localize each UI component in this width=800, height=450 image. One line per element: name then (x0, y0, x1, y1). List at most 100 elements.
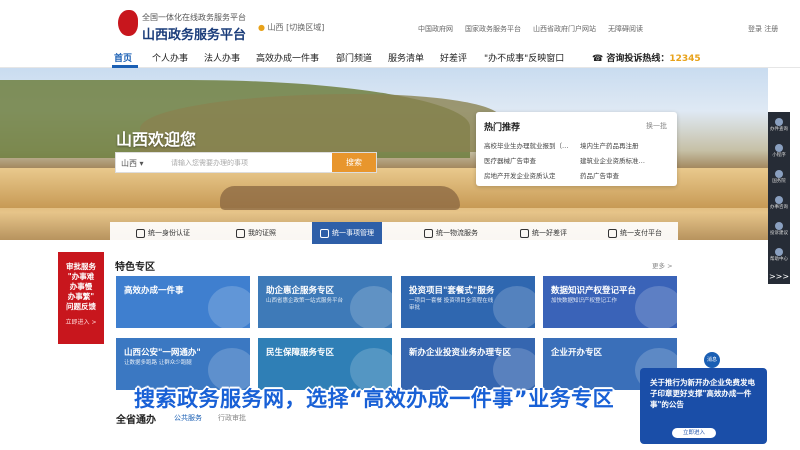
nav-departments[interactable]: 部门频道 (336, 51, 372, 64)
hotline-label: 咨询投诉热线： (606, 54, 670, 64)
card-title: 助企惠企服务专区 (266, 286, 335, 296)
location-switch-label: [切换区域] (286, 23, 325, 32)
nav-rating[interactable]: 好差评 (440, 51, 467, 64)
service-logistics[interactable]: 统一物流服务 (424, 222, 478, 244)
logo-title[interactable]: 山西政务服务平台 (142, 24, 246, 43)
hot-item[interactable]: 房地产开发企业资质认定 (484, 170, 556, 180)
hot-title: 热门推荐 (484, 123, 521, 133)
tab-public-service[interactable]: 公共服务 (174, 413, 202, 423)
shanxi-logo-icon[interactable] (118, 10, 138, 36)
search-button[interactable]: 搜索 (332, 153, 376, 172)
service-label: 统一身份认证 (148, 229, 190, 237)
rail-consult[interactable]: 办事咨询 (768, 192, 790, 212)
rail-label: 小程序 (772, 153, 786, 158)
hot-item[interactable]: 境内生产药品再注册 (580, 140, 639, 150)
box-icon (424, 228, 433, 238)
site-header: 全国一体化在线政务服务平台 山西政务服务平台 ● 山西 [切换区域] 中国政府网… (0, 0, 800, 44)
review-feedback-banner[interactable]: 审批服务 "办事难 办事慢 办事繁" 问题反馈 立即进入 > (58, 252, 104, 344)
rail-label: 国务院 (772, 179, 786, 184)
user-icon (136, 228, 145, 238)
card-desc: 加快数据知识产权登记工作 (551, 298, 618, 304)
rail-complaint[interactable]: 投诉建议 (768, 218, 790, 238)
rail-label: 帮助中心 (770, 257, 788, 262)
mail-icon (775, 222, 783, 230)
card-title: 企业开办专区 (551, 348, 603, 358)
rail-label: 办件查询 (770, 127, 788, 132)
card-title: 新办企业投资业务办理专区 (409, 348, 512, 358)
rail-query[interactable]: 办件查询 (768, 114, 790, 134)
service-label: 统一好差评 (532, 229, 567, 237)
rail-help[interactable]: 帮助中心 (768, 244, 790, 264)
nav-home[interactable]: 首页 (114, 51, 132, 64)
card-icon (236, 228, 245, 238)
list-icon (320, 228, 329, 238)
review-line: 问题反馈 (66, 302, 96, 311)
nav-personal[interactable]: 个人办事 (152, 51, 188, 64)
hot-change-button[interactable]: 换一批 (646, 121, 667, 131)
rail-label: 办事咨询 (770, 205, 788, 210)
link-accessibility[interactable]: 无障碍阅读 (608, 24, 643, 34)
notice-enter-button[interactable]: 立即进入 (672, 428, 716, 438)
hot-item[interactable]: 医疗器械广告审查 (484, 155, 536, 165)
notification-bell-icon[interactable]: 消息 (704, 352, 720, 368)
logo-subtitle: 全国一体化在线政务服务平台 (142, 13, 246, 22)
hero-rock (220, 186, 460, 210)
hot-item[interactable]: 建筑业企业资质标准… (580, 155, 645, 165)
card-title: 数据知识产权登记平台 (551, 286, 637, 296)
review-enter-link[interactable]: 立即进入 > (58, 318, 104, 328)
miniprogram-icon (775, 144, 783, 152)
service-licenses[interactable]: 我的证照 (236, 222, 276, 244)
location-name: 山西 (267, 23, 284, 32)
search-input[interactable]: 请输入您需要办理的事项 (171, 158, 248, 168)
card-enterprise-support[interactable]: 助企惠企服务专区 山西省惠企政策一站式服务平台 (258, 276, 392, 328)
review-line: 审批服务 (66, 262, 96, 271)
phone-icon: ☎ (592, 54, 604, 64)
service-label: 我的证照 (248, 229, 276, 237)
card-title: 山西公安"一网通办" (124, 348, 201, 358)
review-line: 办事慢 (69, 282, 93, 291)
link-gov-cn[interactable]: 中国政府网 (418, 24, 453, 34)
card-data-ip-registration[interactable]: 数据知识产权登记平台 加快数据知识产权登记工作 (543, 276, 677, 328)
nav-efficient-one-thing[interactable]: 高效办成一件事 (256, 51, 319, 64)
hotline: ☎ 咨询投诉热线：12345 (592, 51, 701, 64)
welcome-title: 山西欢迎您 (116, 130, 197, 149)
rail-miniprogram[interactable]: 小程序 (768, 140, 790, 160)
nav-service-list[interactable]: 服务清单 (388, 51, 424, 64)
rail-label: 投诉建议 (770, 231, 788, 236)
card-efficient-one-thing[interactable]: 高效办成一件事 (116, 276, 250, 328)
unified-services-bar: 统一身份认证 我的证照 统一事项管理 统一物流服务 统一好差评 统一支付平台 (110, 222, 678, 244)
card-illustration (493, 286, 535, 328)
hotline-number: 12345 (669, 54, 701, 64)
nav-complaint-window[interactable]: "办不成事"反映窗口 (484, 51, 564, 64)
right-tool-rail: 办件查询 小程序 国务院 办事咨询 投诉建议 帮助中心 >>> (768, 112, 790, 284)
nav-corporate[interactable]: 法人办事 (204, 51, 240, 64)
service-label: 统一事项管理 (332, 229, 374, 237)
review-line: 办事繁" (67, 292, 95, 301)
tab-admin-approval[interactable]: 行政审批 (218, 413, 246, 423)
video-caption: 搜索政务服务网，选择“高效办成一件事”业务专区 (134, 387, 615, 411)
location-pin-icon: ● (258, 23, 265, 32)
card-desc: 一项目一套餐 投资项目全流程在线审批 (409, 298, 494, 311)
card-desc: 让数据多跑路 让群众少跑腿 (124, 360, 192, 366)
card-title: 高效办成一件事 (124, 286, 184, 296)
service-identity[interactable]: 统一身份认证 (136, 222, 190, 244)
notice-popup[interactable]: 关于推行为新开办企业免费发电子印章更好支撑"高效办成一件事"的公告 立即进入 (640, 368, 767, 444)
login-register[interactable]: 登录 注册 (748, 24, 778, 34)
card-illustration (208, 286, 250, 328)
rail-collapse-button[interactable]: >>> (768, 272, 790, 284)
link-national-platform[interactable]: 国家政务服务平台 (465, 24, 521, 34)
featured-more-link[interactable]: 更多 > (652, 260, 673, 270)
service-rating[interactable]: 统一好差评 (520, 222, 567, 244)
search-scope-value: 山西 (121, 159, 137, 168)
chat-icon (775, 196, 783, 204)
hot-item[interactable]: 高校毕业生办理就业报到（… (484, 140, 569, 150)
service-payment[interactable]: 统一支付平台 (608, 222, 662, 244)
link-shanxi-portal[interactable]: 山西省政府门户网站 (533, 24, 596, 34)
service-items-manage[interactable]: 统一事项管理 (312, 222, 382, 244)
location-switch[interactable]: ● 山西 [切换区域] (258, 22, 324, 33)
hot-item[interactable]: 药品广告审查 (580, 170, 619, 180)
card-investment-package[interactable]: 投资项目"套餐式"服务 一项目一套餐 投资项目全流程在线审批 (401, 276, 535, 328)
top-links: 中国政府网 国家政务服务平台 山西省政府门户网站 无障碍阅读 (418, 24, 643, 34)
rail-state-council[interactable]: 国务院 (768, 166, 790, 186)
search-scope-select[interactable]: 山西 ▾ (121, 158, 144, 169)
